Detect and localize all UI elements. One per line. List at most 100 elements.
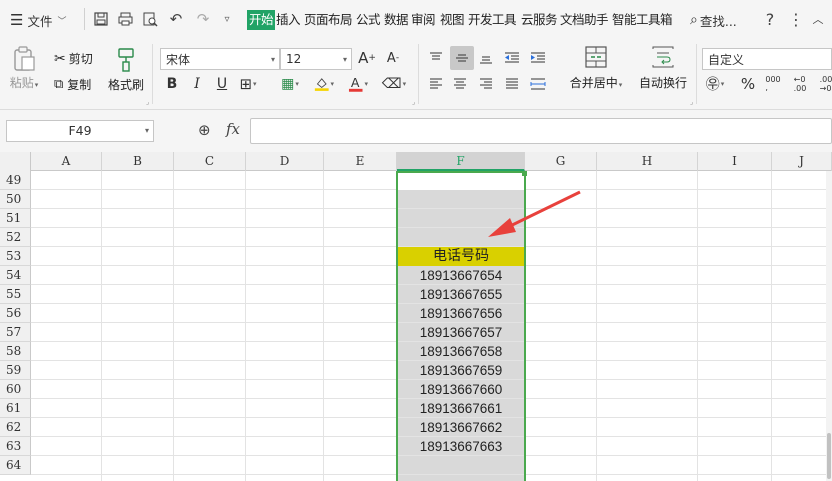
- cut-button[interactable]: ✂ 剪切: [54, 50, 93, 67]
- align-middle-icon[interactable]: [450, 46, 474, 70]
- merge-center-button[interactable]: 合并居中▾: [566, 46, 626, 91]
- font-size-select[interactable]: 12 ▾: [280, 48, 352, 70]
- tab-10[interactable]: 智能工具箱: [612, 10, 673, 30]
- row-header[interactable]: 61: [0, 399, 31, 418]
- tab-6[interactable]: 视图: [440, 10, 465, 30]
- thousands-separator-icon[interactable]: 000,: [763, 74, 783, 94]
- select-all-corner[interactable]: [0, 152, 31, 171]
- format-painter-button[interactable]: 格式刷: [106, 48, 146, 93]
- row-header[interactable]: 64: [0, 456, 31, 475]
- scrollbar-thumb[interactable]: [827, 433, 831, 479]
- italic-icon[interactable]: I: [187, 74, 207, 94]
- column-header-f[interactable]: F: [397, 152, 525, 171]
- underline-icon[interactable]: U: [212, 74, 232, 94]
- collapse-ribbon-icon[interactable]: ︿: [808, 9, 828, 29]
- clear-format-icon[interactable]: ⌫ ▾: [382, 74, 406, 94]
- tab-1[interactable]: 插入: [276, 10, 301, 30]
- dialog-launcher-icon[interactable]: ⌟: [412, 98, 415, 106]
- align-right-icon[interactable]: [476, 74, 496, 94]
- tab-9[interactable]: 文档助手: [560, 10, 609, 30]
- column-header-h[interactable]: H: [597, 152, 698, 171]
- decrease-indent-icon[interactable]: [502, 48, 522, 68]
- tab-7[interactable]: 开发工具: [468, 10, 517, 30]
- row-header[interactable]: 55: [0, 285, 31, 304]
- align-center-icon[interactable]: [450, 74, 470, 94]
- save-icon[interactable]: [91, 9, 111, 29]
- fill-pattern-icon[interactable]: ▦ ▾: [280, 74, 300, 94]
- column-header-j[interactable]: J: [772, 152, 832, 171]
- fill-color-icon[interactable]: ▾: [314, 74, 334, 94]
- row-header[interactable]: 54: [0, 266, 31, 285]
- align-top-icon[interactable]: [426, 48, 446, 68]
- column-header-e[interactable]: E: [324, 152, 397, 171]
- tab-8[interactable]: 云服务: [521, 10, 558, 30]
- font-name-value: 宋体: [166, 52, 191, 67]
- increase-decimal-icon[interactable]: ←0.00: [790, 74, 810, 94]
- fill-handle[interactable]: [522, 171, 527, 176]
- vertical-scrollbar[interactable]: [826, 171, 832, 481]
- justify-icon[interactable]: [502, 74, 522, 94]
- column-header-i[interactable]: I: [698, 152, 772, 171]
- row-header[interactable]: 51: [0, 209, 31, 228]
- font-color-icon[interactable]: A ▾: [348, 74, 368, 94]
- align-left-icon[interactable]: [426, 74, 446, 94]
- row-header[interactable]: 60: [0, 380, 31, 399]
- divider: [84, 8, 85, 30]
- bold-icon[interactable]: B: [162, 74, 182, 94]
- decrease-decimal-icon[interactable]: .00 →0: [816, 74, 832, 94]
- print-icon[interactable]: [115, 9, 135, 29]
- cut-label: 剪切: [68, 52, 93, 66]
- tab-2[interactable]: 页面布局: [304, 10, 353, 30]
- wrap-text-button[interactable]: 自动换行: [635, 46, 691, 91]
- row-header[interactable]: 63: [0, 437, 31, 456]
- column-header-c[interactable]: C: [174, 152, 246, 171]
- tab-5[interactable]: 审阅: [411, 10, 436, 30]
- tab-0[interactable]: 开始: [247, 10, 276, 30]
- customize-toolbar-icon[interactable]: ▿: [217, 9, 237, 29]
- column-header-a[interactable]: A: [31, 152, 102, 171]
- row-header[interactable]: 53: [0, 247, 31, 266]
- tab-3[interactable]: 公式: [356, 10, 381, 30]
- redo-icon[interactable]: ↷: [193, 9, 213, 29]
- number-format-select[interactable]: 自定义: [702, 48, 832, 70]
- column-header-g[interactable]: G: [525, 152, 597, 171]
- more-options-icon[interactable]: ⋮: [786, 9, 806, 29]
- font-name-select[interactable]: 宋体 ▾: [160, 48, 280, 70]
- menu-bar: ☰ 文件 ﹀ ↶ ↷ ▿ 开始 插入 页面布局 公式 数据 审阅 视图 开发工具 云服务 文档助手…: [0, 0, 832, 38]
- row-header[interactable]: 58: [0, 342, 31, 361]
- wrap-text-label: 自动换行: [638, 76, 687, 90]
- row-header[interactable]: 50: [0, 190, 31, 209]
- undo-icon[interactable]: ↶: [166, 9, 186, 29]
- dialog-launcher-icon[interactable]: ⌟: [146, 98, 149, 106]
- print-preview-icon[interactable]: [140, 9, 160, 29]
- hamburger-icon: ☰: [10, 11, 24, 29]
- borders-icon[interactable]: ⊞ ▾: [238, 74, 258, 94]
- row-header[interactable]: 49: [0, 171, 31, 190]
- paste-button[interactable]: 粘贴▾: [8, 46, 40, 91]
- copy-button[interactable]: ⧉ 复制: [54, 76, 91, 93]
- increase-font-size-icon[interactable]: A +: [357, 48, 377, 68]
- name-box[interactable]: F49 ▾: [6, 120, 154, 142]
- svg-text:A: A: [351, 75, 360, 90]
- row-header[interactable]: 62: [0, 418, 31, 437]
- column-header-b[interactable]: B: [102, 152, 174, 171]
- row-header[interactable]: 57: [0, 323, 31, 342]
- row-header[interactable]: 56: [0, 304, 31, 323]
- decrease-font-size-icon[interactable]: A-: [383, 48, 403, 68]
- formula-input[interactable]: [250, 118, 832, 144]
- dialog-launcher-icon[interactable]: ⌟: [690, 98, 693, 106]
- tab-4[interactable]: 数据: [384, 10, 409, 30]
- search-button[interactable]: ⌕ 查找...: [690, 10, 737, 30]
- zoom-search-icon[interactable]: ⊕: [198, 121, 211, 139]
- column-header-d[interactable]: D: [246, 152, 324, 171]
- align-bottom-icon[interactable]: [476, 48, 496, 68]
- distributed-align-icon[interactable]: [528, 74, 548, 94]
- fx-icon[interactable]: fx: [226, 120, 240, 138]
- row-header[interactable]: 59: [0, 361, 31, 380]
- file-menu[interactable]: ☰ 文件 ﹀: [10, 10, 66, 30]
- percent-icon[interactable]: %: [738, 74, 758, 94]
- help-icon[interactable]: ?: [760, 9, 780, 29]
- row-header[interactable]: 52: [0, 228, 31, 247]
- currency-icon[interactable]: ㉾ ▾: [705, 74, 725, 94]
- increase-indent-icon[interactable]: [528, 48, 548, 68]
